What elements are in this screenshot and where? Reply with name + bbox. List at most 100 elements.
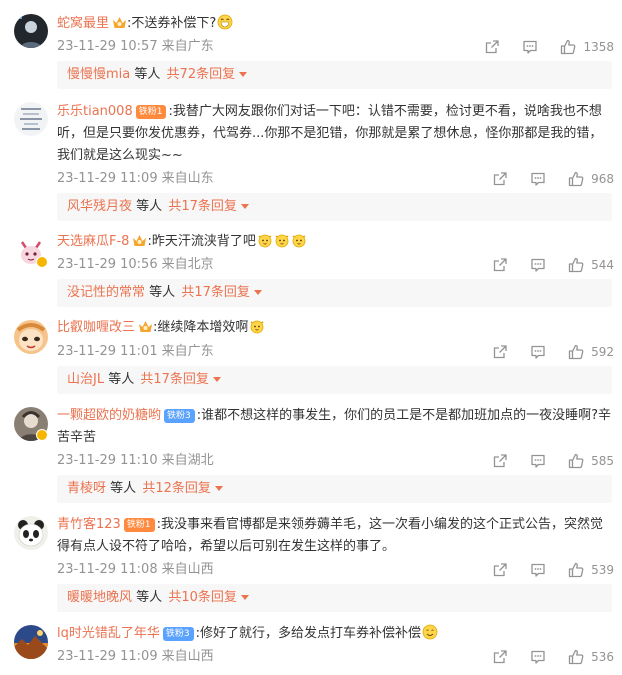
comment-icon[interactable] [530,562,546,578]
expand-caret-icon[interactable] [239,72,248,77]
like-icon[interactable] [568,562,584,578]
expand-caret-icon[interactable] [214,486,223,491]
comment-location: 来自山西 [161,562,214,577]
avatar[interactable] [14,320,48,354]
comment-actions: 536 [492,648,614,666]
avatar[interactable] [14,14,48,48]
cat-emoji-icon [292,234,306,248]
comment-meta: 23-11-29 11:09 来自山东 [57,170,214,188]
comment-text: :继续降本增效啊 [153,320,249,335]
like-icon[interactable] [568,257,584,273]
reply-username[interactable]: 慢慢慢mia [67,67,130,82]
comment-text: :不送券补偿下? [127,16,217,31]
like-count: 585 [591,454,614,468]
username[interactable]: 青竹客123 [57,517,121,532]
like-icon[interactable] [568,649,584,665]
share-icon[interactable] [492,562,508,578]
like-icon[interactable] [568,453,584,469]
comment-icon[interactable] [530,453,546,469]
comment-icon[interactable] [530,171,546,187]
username[interactable]: 乐乐tian008 [57,104,133,119]
comment-text: :修好了就行，多给发点打车券补偿补偿 [195,626,421,641]
reply-total[interactable]: 共10条回复 [168,590,237,605]
reply-total[interactable]: 共12条回复 [142,481,211,496]
comment-time: 23-11-29 11:10 [57,453,158,468]
like-count: 968 [591,172,614,186]
reply-summary[interactable]: 山治JL 等人 共17条回复 [57,366,612,394]
username[interactable]: 比叡咖喱改三 [57,320,135,335]
reply-summary[interactable]: 慢慢慢mia 等人 共72条回复 [57,61,612,89]
reply-username[interactable]: 暖暖地晚风 [67,590,132,605]
username[interactable]: 一颗超欧的奶糖哟 [57,408,161,423]
comment-time: 23-11-29 11:09 [57,171,158,186]
username[interactable]: 天选麻瓜F-8 [57,234,129,249]
fan-badge: 铁粉1 [135,105,167,119]
comment-time: 23-11-29 10:57 [57,39,158,54]
reply-total[interactable]: 共72条回复 [167,67,236,82]
like-icon[interactable] [560,39,576,55]
reply-summary[interactable]: 青棱呀 等人 共12条回复 [57,475,612,503]
reply-summary[interactable]: 风华残月夜 等人 共17条回复 [57,193,612,221]
reply-total[interactable]: 共17条回复 [140,372,209,387]
comment-content: 乐乐tian008 铁粉1:我替广大网友跟你们对话一下吧：认错不需要，检讨更不看，… [57,101,612,167]
comment-icon[interactable] [530,257,546,273]
comment-meta: 23-11-29 11:01 来自广东 [57,343,214,361]
avatar[interactable] [14,516,48,550]
smile-emoji-icon [422,624,438,640]
comment-icon[interactable] [530,649,546,665]
comment-meta: 23-11-29 11:10 来自湖北 [57,452,214,470]
comment-location: 来自山西 [161,649,214,664]
reply-suffix: 等人 [149,285,176,300]
grin-emoji-icon [217,14,233,30]
reply-summary[interactable]: 没记性的常常 等人 共17条回复 [57,279,612,307]
comment-meta: 23-11-29 10:56 来自北京 [57,256,214,274]
reply-username[interactable]: 青棱呀 [67,481,106,496]
reply-username[interactable]: 没记性的常常 [67,285,145,300]
comment-time: 23-11-29 11:01 [57,344,158,359]
comment-list: 蛇窝最里:不送券补偿下? 23-11-29 10:57 来自广东 1358 慢慢慢… [0,0,622,675]
reply-username[interactable]: 山治JL [67,372,104,387]
comment-content: 天选麻瓜F-8 :昨天汗流浃背了吧 [57,231,612,253]
comment-meta: 23-11-29 11:08 来自山西 [57,561,214,579]
fan-badge: 铁粉3 [162,627,194,641]
reply-suffix: 等人 [136,199,163,214]
crown-icon [113,17,127,28]
comment-location: 来自湖北 [161,453,214,468]
avatar[interactable] [14,102,48,136]
comment-meta: 23-11-29 10:57 来自广东 [57,38,214,56]
avatar[interactable] [14,625,48,659]
comment-icon[interactable] [530,344,546,360]
share-icon[interactable] [492,171,508,187]
comment-content: 青竹客123 铁粉1:我没事来看官博都是来领券薅羊毛，这一次看小编发的这个正式公告… [57,514,612,558]
expand-caret-icon[interactable] [240,204,249,209]
share-icon[interactable] [492,257,508,273]
username[interactable]: lq时光错乱了年华 [57,626,160,641]
like-count: 592 [591,345,614,359]
share-icon[interactable] [484,39,500,55]
share-icon[interactable] [492,453,508,469]
share-icon[interactable] [492,649,508,665]
reply-total[interactable]: 共17条回复 [181,285,250,300]
comment-time: 23-11-29 11:09 [57,649,158,664]
comment-icon[interactable] [522,39,538,55]
comment-actions: 1358 [484,38,614,56]
share-icon[interactable] [492,344,508,360]
comment-text: :昨天汗流浃背了吧 [147,234,256,249]
reply-username[interactable]: 风华残月夜 [67,199,132,214]
like-count: 1358 [583,40,614,54]
like-icon[interactable] [568,344,584,360]
expand-caret-icon[interactable] [212,377,221,382]
comment-actions: 968 [492,170,614,188]
cat-emoji-icon [275,234,289,248]
username[interactable]: 蛇窝最里 [57,16,109,31]
like-icon[interactable] [568,171,584,187]
reply-total[interactable]: 共17条回复 [168,199,237,214]
reply-summary[interactable]: 暖暖地晚风 等人 共10条回复 [57,584,612,612]
comment-meta: 23-11-29 11:09 来自山西 [57,648,214,666]
comment-actions: 544 [492,256,614,274]
fan-badge: 铁粉3 [164,409,195,423]
comment-location: 来自广东 [161,344,214,359]
expand-caret-icon[interactable] [240,595,249,600]
comment-time: 23-11-29 11:08 [57,562,158,577]
expand-caret-icon[interactable] [253,290,262,295]
